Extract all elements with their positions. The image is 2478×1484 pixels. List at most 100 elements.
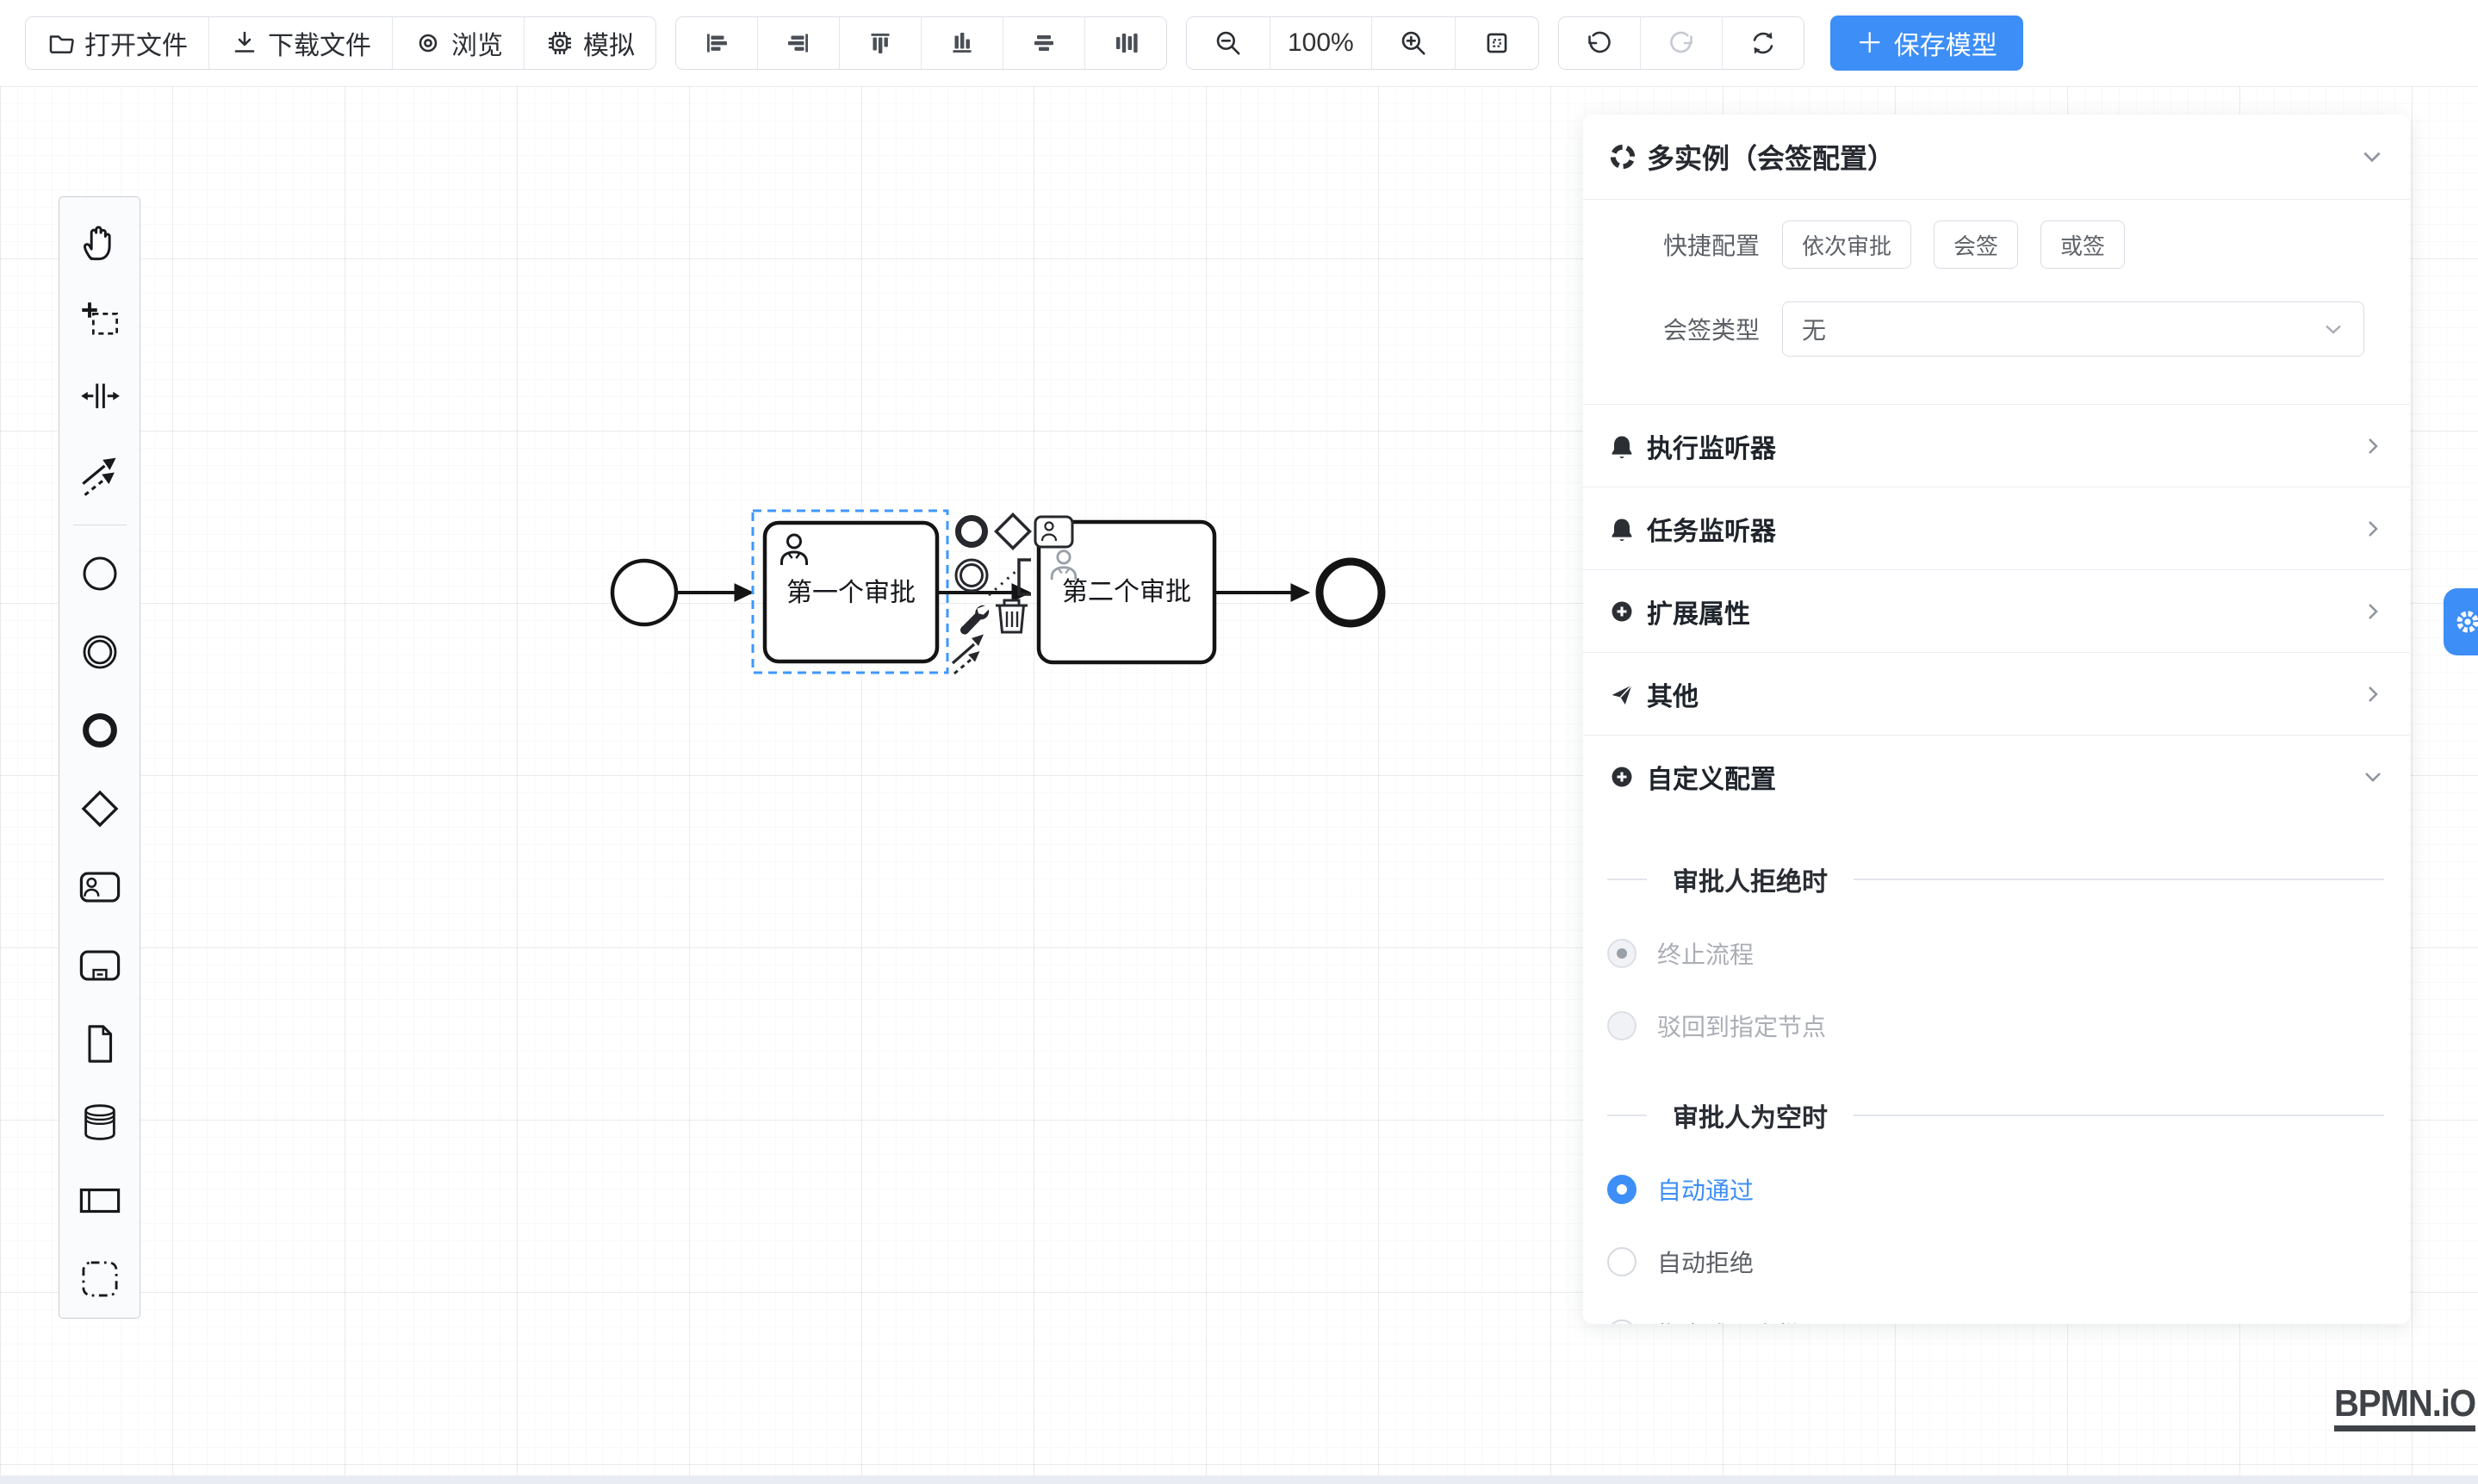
zoom-in-button[interactable] [1371, 17, 1455, 69]
preview-button[interactable]: 浏览 [392, 17, 524, 69]
chevron-right-icon [2362, 683, 2384, 705]
create-data-store[interactable] [59, 1083, 140, 1161]
space-tool-icon [79, 378, 121, 419]
plus-circle-icon [1609, 599, 1635, 624]
plus-circle-icon [1609, 764, 1635, 790]
radio-icon[interactable] [1607, 1247, 1636, 1276]
settings-tab[interactable] [2444, 588, 2478, 655]
history-button-group [1558, 16, 1804, 70]
fit-view-icon [1481, 28, 1512, 59]
radio-assign-member[interactable]: 指定成员审批 [1607, 1317, 2384, 1324]
simulate-button[interactable]: 模拟 [524, 17, 655, 69]
file-button-group: 打开文件 下载文件 浏览 [25, 16, 656, 70]
lasso-tool[interactable] [59, 281, 140, 359]
download-icon [230, 28, 259, 58]
append-task-icon[interactable] [1035, 517, 1072, 547]
radio-auto-reject[interactable]: 自动拒绝 [1607, 1245, 2384, 1279]
download-file-button[interactable]: 下载文件 [208, 17, 392, 69]
section-other[interactable]: 其他 [1583, 652, 2410, 735]
gear-icon [2452, 606, 2478, 637]
create-group[interactable] [59, 1239, 140, 1318]
align-right-button[interactable] [757, 17, 839, 69]
section-custom-config[interactable]: 自定义配置 [1583, 735, 2410, 817]
global-connect-tool[interactable] [59, 438, 140, 516]
redo-icon [1667, 28, 1696, 58]
radio-icon[interactable] [1607, 1011, 1636, 1040]
append-gateway-icon[interactable] [997, 515, 1030, 549]
zoom-level-value: 100% [1270, 17, 1371, 69]
radio-auto-pass[interactable]: 自动通过 [1607, 1172, 2384, 1207]
align-left-icon [702, 28, 731, 58]
divider [1854, 1115, 2384, 1116]
redo-button[interactable] [1640, 17, 1722, 69]
append-intermediate-event-inner[interactable] [961, 565, 983, 587]
quick-sequential-button[interactable]: 依次审批 [1782, 220, 1911, 269]
append-text-annotation-icon[interactable] [989, 560, 1031, 595]
wrench-icon[interactable] [960, 605, 989, 635]
chevron-right-icon [2362, 435, 2384, 457]
chevron-down-icon[interactable] [2360, 145, 2384, 169]
radio-icon[interactable] [1607, 1175, 1636, 1204]
radio-icon[interactable] [1607, 1319, 1636, 1324]
section-execution-listener[interactable]: 执行监听器 [1583, 404, 2410, 487]
trash-icon[interactable] [996, 600, 1028, 632]
align-center-vertical-icon [1111, 28, 1140, 58]
chevron-right-icon [2362, 518, 2384, 540]
radio-return-to-node[interactable]: 驳回到指定节点 [1607, 1009, 2384, 1043]
radio-label: 自动拒绝 [1657, 1245, 1754, 1279]
create-user-task[interactable] [59, 848, 140, 926]
align-bottom-button[interactable] [921, 17, 1003, 69]
reset-button[interactable] [1722, 17, 1804, 69]
save-model-button[interactable]: ＋ 保存模型 [1830, 16, 2023, 71]
user-task-icon [78, 866, 121, 909]
paper-plane-icon [1609, 681, 1635, 707]
chevron-down-icon [2322, 318, 2344, 340]
create-start-event[interactable] [59, 534, 140, 612]
sign-type-select[interactable]: 无 [1782, 301, 2364, 357]
panel-header[interactable]: 多实例（会签配置） [1583, 115, 2410, 200]
append-end-event-icon[interactable] [959, 518, 985, 545]
create-data-object[interactable] [59, 1004, 140, 1083]
zoom-out-button[interactable] [1187, 17, 1270, 69]
connect-icon[interactable] [953, 635, 984, 674]
align-top-icon [866, 28, 895, 58]
reset-icon [1748, 28, 1778, 58]
open-file-button[interactable]: 打开文件 [26, 17, 208, 69]
radio-terminate-process[interactable]: 终止流程 [1607, 936, 2384, 971]
fit-view-button[interactable] [1455, 17, 1538, 69]
undo-icon [1585, 28, 1614, 58]
align-button-group [675, 16, 1167, 70]
horizontal-scrollbar[interactable] [0, 1475, 2478, 1484]
top-toolbar: 打开文件 下载文件 浏览 [0, 0, 2478, 86]
create-subprocess[interactable] [59, 926, 140, 1004]
bpmn-io-logo[interactable]: BPMN.iO [2334, 1385, 2475, 1431]
quick-countersign-button[interactable]: 会签 [1934, 220, 2018, 269]
section-task-listener[interactable]: 任务监听器 [1583, 487, 2410, 569]
undo-button[interactable] [1559, 17, 1640, 69]
reject-header-label: 审批人拒绝时 [1673, 860, 1828, 898]
create-gateway[interactable] [59, 769, 140, 848]
align-center-vertical-button[interactable] [1084, 17, 1166, 69]
align-left-button[interactable] [676, 17, 757, 69]
sign-type-row: 会签类型 无 [1583, 301, 2410, 357]
divider [1607, 879, 1647, 880]
lasso-tool-icon [79, 300, 121, 341]
create-end-event[interactable] [59, 691, 140, 769]
quick-config-row: 快捷配置 依次审批 会签 或签 [1583, 220, 2410, 269]
sign-type-value: 无 [1802, 312, 1826, 346]
plus-icon: ＋ [1856, 29, 1884, 57]
end-event-shape[interactable] [1320, 562, 1382, 624]
align-top-button[interactable] [839, 17, 921, 69]
section-extended-properties[interactable]: 扩展属性 [1583, 569, 2410, 652]
align-center-horizontal-button[interactable] [1003, 17, 1084, 69]
quick-orsign-button[interactable]: 或签 [2040, 220, 2125, 269]
create-participant[interactable] [59, 1161, 140, 1239]
custom-config-body: 审批人拒绝时 终止流程 驳回到指定节点 审批人为空时 自动通过 自动拒绝 指定成… [1583, 860, 2410, 1324]
space-tool[interactable] [59, 359, 140, 438]
radio-icon[interactable] [1607, 939, 1636, 968]
user-task-1[interactable]: 第一个审批 [765, 523, 937, 661]
start-event-shape[interactable] [612, 561, 676, 624]
section-label: 其他 [1647, 675, 1699, 713]
hand-tool[interactable] [59, 202, 140, 281]
create-intermediate-event[interactable] [59, 612, 140, 691]
